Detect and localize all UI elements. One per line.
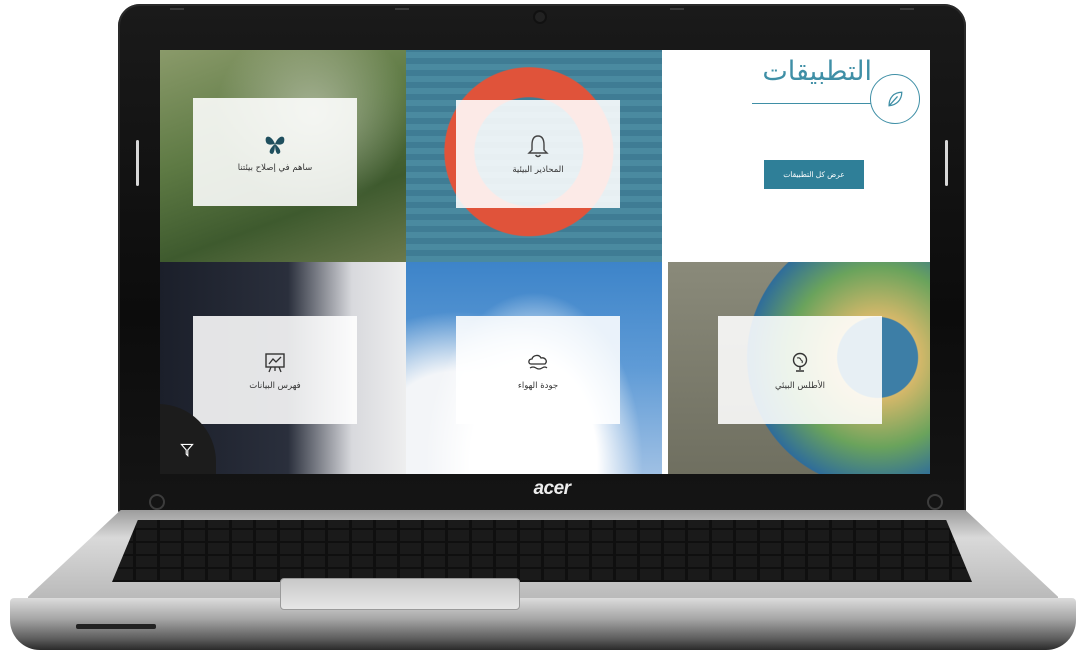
keyboard: [112, 520, 972, 582]
globe-icon: [787, 349, 813, 375]
title-underline: [752, 103, 884, 104]
card-contribute-label: ساهم في إصلاح بيئتنا: [237, 162, 313, 173]
apps-panel: التطبيقات عرض كل التطبيقات: [668, 50, 930, 262]
lid-mark: [670, 8, 684, 10]
webcam: [535, 12, 545, 22]
card-atlas[interactable]: الأطلس البيئي: [718, 316, 882, 424]
data-board-icon: [262, 349, 288, 375]
cloud-icon: [525, 349, 551, 375]
card-data-catalog[interactable]: فهرس البيانات: [193, 316, 357, 424]
card-alerts[interactable]: المحاذير البيئية: [456, 100, 620, 208]
butterfly-icon: [262, 131, 288, 157]
card-contribute[interactable]: ساهم في إصلاح بيئتنا: [193, 98, 357, 206]
tile-contribute[interactable]: ساهم في إصلاح بيئتنا: [160, 50, 416, 262]
lid-mark: [170, 8, 184, 10]
filter-icon: [179, 442, 195, 462]
bezel-button: [149, 494, 165, 510]
card-atlas-label: الأطلس البيئي: [774, 380, 826, 391]
laptop-base-front: [10, 598, 1076, 650]
view-all-apps-button[interactable]: عرض كل التطبيقات: [764, 160, 864, 189]
lid-mark: [900, 8, 914, 10]
tile-atlas[interactable]: الأطلس البيئي: [668, 262, 930, 474]
card-air-quality[interactable]: جودة الهواء: [456, 316, 620, 424]
leaf-icon: [870, 74, 920, 124]
tile-alerts[interactable]: المحاذير البيئية: [406, 50, 662, 262]
bell-icon: [525, 133, 551, 159]
lid-mark: [395, 8, 409, 10]
card-data-catalog-label: فهرس البيانات: [249, 380, 301, 391]
bezel-light: [136, 140, 139, 186]
bezel-button: [927, 494, 943, 510]
bezel-light: [945, 140, 948, 186]
brand-logo: acer: [533, 478, 571, 499]
touchpad: [280, 578, 520, 610]
card-alerts-label: المحاذير البيئية: [512, 164, 564, 175]
tile-air-quality[interactable]: جودة الهواء: [406, 262, 662, 474]
apps-title: التطبيقات: [762, 56, 872, 87]
card-slot: [76, 624, 156, 629]
screen: ساهم في إصلاح بيئتنا المحاذير البيئية ال…: [160, 50, 930, 474]
card-air-quality-label: جودة الهواء: [517, 380, 559, 391]
